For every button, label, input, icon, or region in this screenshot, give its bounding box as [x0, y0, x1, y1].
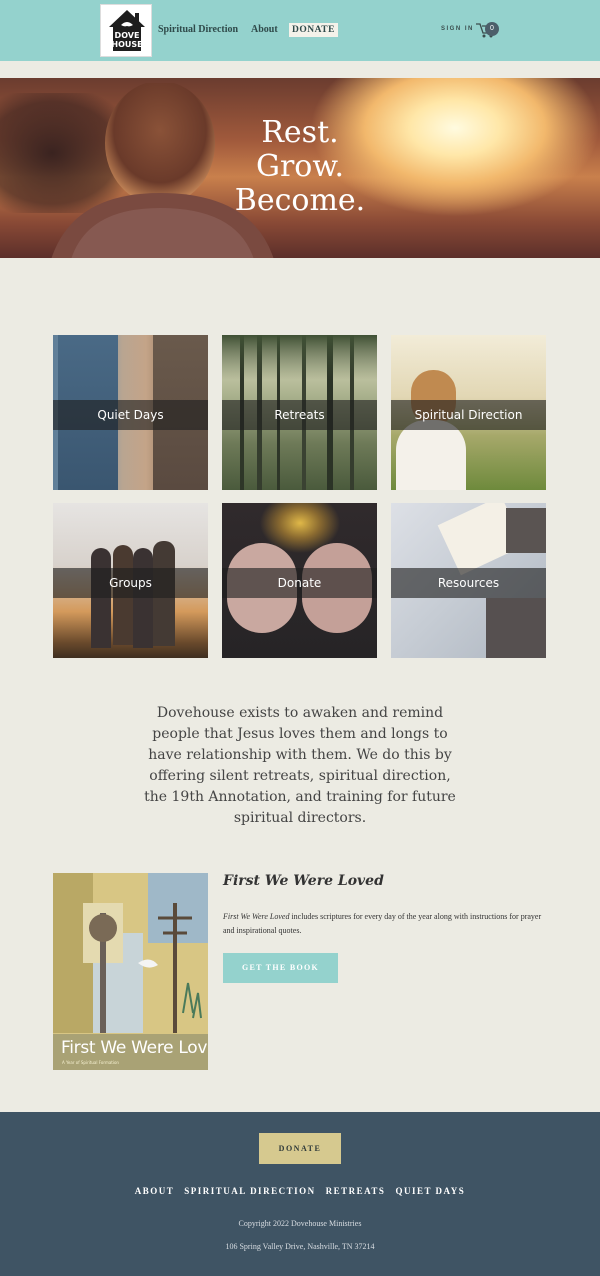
dovehouse-logo[interactable]: DOVE HOUSE: [100, 4, 152, 57]
book-cover-title: First We Were Loved: [61, 1038, 208, 1058]
tile-label: Spiritual Direction: [414, 408, 523, 422]
hero-banner: Rest. Grow. Become.: [0, 78, 600, 258]
tile-label: Quiet Days: [97, 408, 164, 422]
nav-spiritual-direction[interactable]: Spiritual Direction: [158, 24, 238, 35]
hero-heading: Rest. Grow. Become.: [200, 116, 400, 218]
svg-text:HOUSE: HOUSE: [111, 40, 142, 49]
tile-label: Retreats: [274, 408, 325, 422]
hero-line-grow: Grow.: [255, 149, 345, 184]
get-the-book-button[interactable]: GET THE BOOK: [223, 953, 338, 983]
footer-nav: ABOUT SPIRITUAL DIRECTION RETREATS QUIET…: [0, 1186, 600, 1196]
footer-nav-about[interactable]: ABOUT: [135, 1186, 175, 1196]
tile-resources[interactable]: Resources: [391, 503, 546, 658]
cart-count-badge: 0: [485, 22, 499, 36]
book-description-title: First We Were Loved: [223, 912, 290, 921]
book-cover-image[interactable]: First We Were Loved A Year of Spiritual …: [53, 873, 208, 1070]
nav-donate-button[interactable]: DONATE: [289, 23, 338, 37]
footer-donate-button[interactable]: DONATE: [259, 1133, 341, 1164]
book-cover-subtitle: A Year of Spiritual Formation: [62, 1060, 119, 1065]
tile-label: Groups: [109, 576, 152, 590]
sign-in-link[interactable]: SIGN IN: [441, 26, 474, 32]
tile-quiet-days[interactable]: Quiet Days: [53, 335, 208, 490]
footer-nav-retreats[interactable]: RETREATS: [326, 1186, 386, 1196]
footer-copyright: Copyright 2022 Dovehouse Ministries: [238, 1219, 362, 1228]
site-header: DOVE HOUSE Spiritual Direction About DON…: [0, 0, 600, 61]
book-description: First We Were Loved includes scriptures …: [223, 910, 543, 938]
book-cover-title-band: First We Were Loved A Year of Spiritual …: [53, 1034, 208, 1070]
hero-line-become: Become.: [234, 183, 366, 218]
footer-nav-spiritual-direction[interactable]: SPIRITUAL DIRECTION: [184, 1186, 315, 1196]
footer-address: 106 Spring Valley Drive, Nashville, TN 3…: [225, 1242, 375, 1251]
tile-donate[interactable]: Donate: [222, 503, 377, 658]
site-footer: DONATE ABOUT SPIRITUAL DIRECTION RETREAT…: [0, 1112, 600, 1276]
tile-spiritual-direction[interactable]: Spiritual Direction: [391, 335, 546, 490]
tile-label: Resources: [437, 576, 500, 590]
mission-statement: Dovehouse exists to awaken and remind pe…: [144, 705, 456, 826]
tile-retreats[interactable]: Retreats: [222, 335, 377, 490]
tile-label: Donate: [277, 576, 322, 590]
hero-line-rest: Rest.: [261, 115, 339, 150]
svg-text:DOVE: DOVE: [115, 31, 140, 40]
footer-nav-quiet-days[interactable]: QUIET DAYS: [395, 1186, 465, 1196]
house-dove-icon: DOVE HOUSE: [109, 10, 145, 51]
nav-about[interactable]: About: [251, 24, 278, 35]
book-heading: First We Were Loved: [223, 873, 384, 889]
tile-groups[interactable]: Groups: [53, 503, 208, 658]
